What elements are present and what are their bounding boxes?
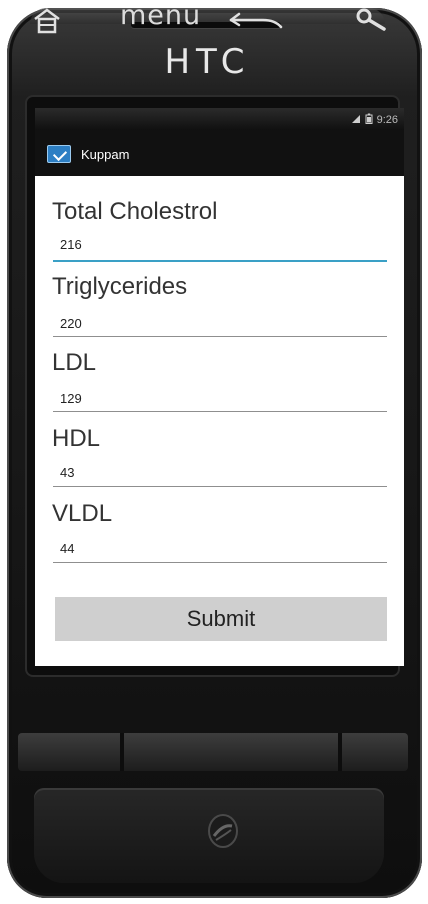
label-ldl: LDL — [52, 349, 97, 376]
brand-logo: HTC — [164, 42, 251, 82]
nav-divider — [120, 733, 124, 771]
label-hdl: HDL — [52, 425, 101, 452]
trackball-icon[interactable] — [198, 806, 248, 856]
label-total-cholestrol: Total Cholestrol — [52, 198, 218, 225]
status-bar: 9:26 — [35, 108, 404, 130]
status-indicators: 9:26 — [351, 113, 398, 127]
app-title-bar: Kuppam — [35, 130, 404, 176]
input-underline-total-cholestrol — [53, 260, 387, 262]
hardware-nav-bar — [18, 733, 408, 771]
input-hdl[interactable]: 43 — [60, 465, 74, 480]
label-triglycerides: Triglycerides — [52, 273, 188, 300]
app-icon — [47, 145, 71, 163]
input-underline-vldl — [53, 562, 387, 563]
input-vldl[interactable]: 44 — [60, 541, 74, 556]
form-content: Total Cholestrol 216 Triglycerides 220 L… — [35, 176, 404, 666]
battery-icon — [365, 113, 373, 127]
input-underline-hdl — [53, 486, 387, 487]
menu-button[interactable]: menu — [120, 0, 201, 31]
input-ldl[interactable]: 129 — [60, 391, 82, 406]
input-underline-triglycerides — [53, 336, 387, 337]
signal-icon — [351, 114, 361, 127]
home-icon[interactable] — [32, 8, 62, 34]
submit-button[interactable]: Submit — [55, 597, 387, 641]
input-underline-ldl — [53, 411, 387, 412]
label-vldl: VLDL — [52, 500, 113, 527]
nav-divider — [338, 733, 342, 771]
input-total-cholestrol[interactable]: 216 — [60, 237, 82, 252]
search-icon[interactable] — [355, 7, 389, 33]
status-time: 9:26 — [376, 114, 398, 126]
input-triglycerides[interactable]: 220 — [60, 316, 82, 331]
back-icon[interactable] — [225, 8, 285, 34]
app-title: Kuppam — [81, 147, 130, 162]
